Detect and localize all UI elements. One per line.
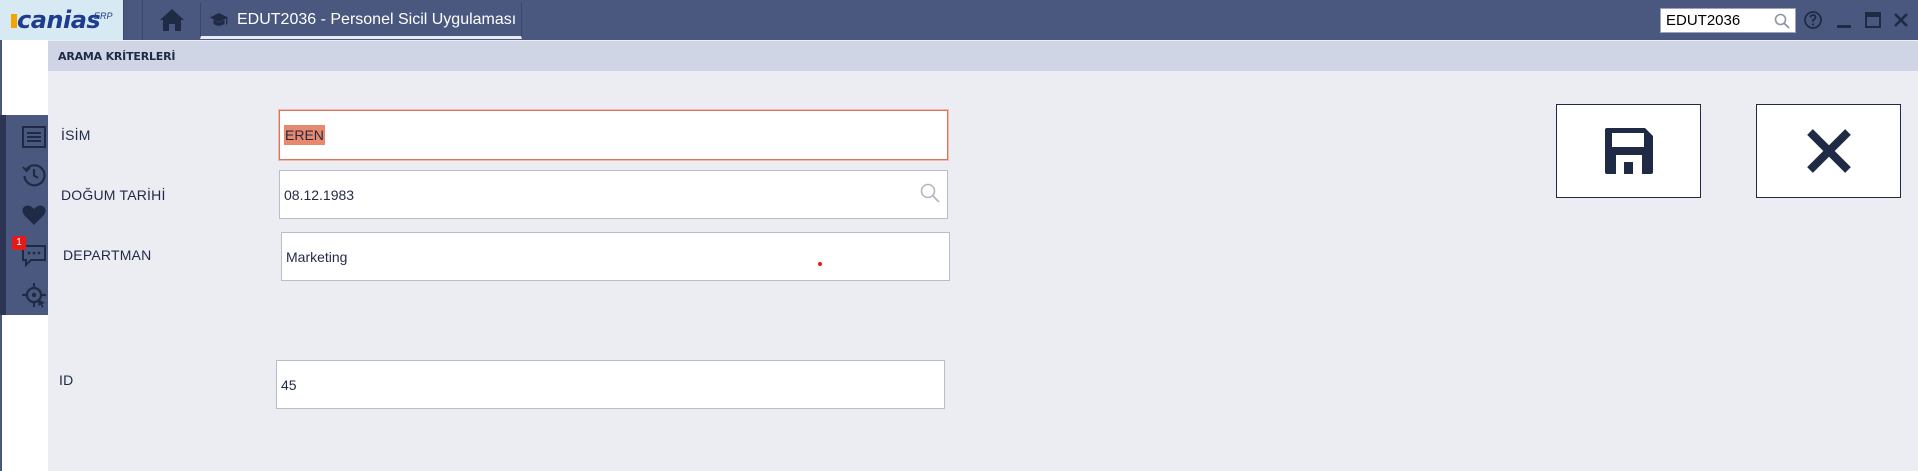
transaction-search-box[interactable] [1660,8,1796,33]
close-window-button[interactable] [1890,10,1912,30]
cancel-button[interactable] [1756,104,1901,198]
id-label: ID [59,372,74,388]
name-field[interactable]: EREN [279,110,948,160]
favorites-button[interactable] [14,197,54,233]
name-label: İSİM [61,127,91,143]
maximize-button[interactable] [1862,10,1884,30]
favorites-heart-icon [22,205,46,225]
department-label: DEPARTMAN [63,247,152,263]
close-window-icon [1894,13,1908,27]
save-button[interactable] [1556,104,1701,198]
home-icon [160,9,184,31]
department-field[interactable] [281,232,950,281]
id-input[interactable] [281,361,908,408]
graduation-cap-icon [210,12,228,26]
list-icon [22,126,46,148]
history-icon [22,164,46,187]
search-icon[interactable] [919,182,941,204]
section-title: ARAMA KRİTERLERİ [58,50,176,63]
target-button[interactable] [14,277,54,313]
side-toolbar: 1 [0,115,48,315]
id-field[interactable] [276,360,945,409]
help-button[interactable] [1802,10,1824,30]
name-value-selected[interactable]: EREN [284,125,325,145]
topbar-divider [142,0,143,40]
home-button[interactable] [148,0,196,40]
messages-count-badge: 1 [12,236,26,250]
minimize-icon [1837,25,1851,28]
birth-date-input[interactable] [284,171,911,218]
search-criteria-header: ARAMA KRİTERLERİ [48,41,1918,71]
tab-personel-sicil[interactable]: EDUT2036 - Personel Sicil Uygulaması [200,3,522,39]
maximize-icon [1865,12,1881,28]
help-icon [1804,11,1822,29]
save-floppy-icon [1604,128,1653,174]
logo-erp-label: ERP [94,11,113,21]
minimize-button[interactable] [1833,10,1855,30]
list-button[interactable] [14,119,54,155]
search-icon[interactable] [1774,13,1790,29]
close-x-icon [1806,129,1851,173]
birth-date-field[interactable] [279,170,948,219]
logo-text: canias [17,6,101,34]
transaction-search-input[interactable] [1666,12,1770,29]
history-button[interactable] [14,157,54,193]
canias-logo[interactable]: canias ERP [0,0,124,40]
top-bar: canias ERP EDUT2036 - Personel Sicil Uyg… [0,0,1918,40]
department-input[interactable] [286,233,913,280]
cursor-dot [818,262,822,266]
tab-label: EDUT2036 - Personel Sicil Uygulaması [237,10,517,28]
birth-date-label: DOĞUM TARİHİ [61,187,166,203]
app-window: canias ERP EDUT2036 - Personel Sicil Uyg… [0,0,1918,471]
target-icon [22,283,46,308]
